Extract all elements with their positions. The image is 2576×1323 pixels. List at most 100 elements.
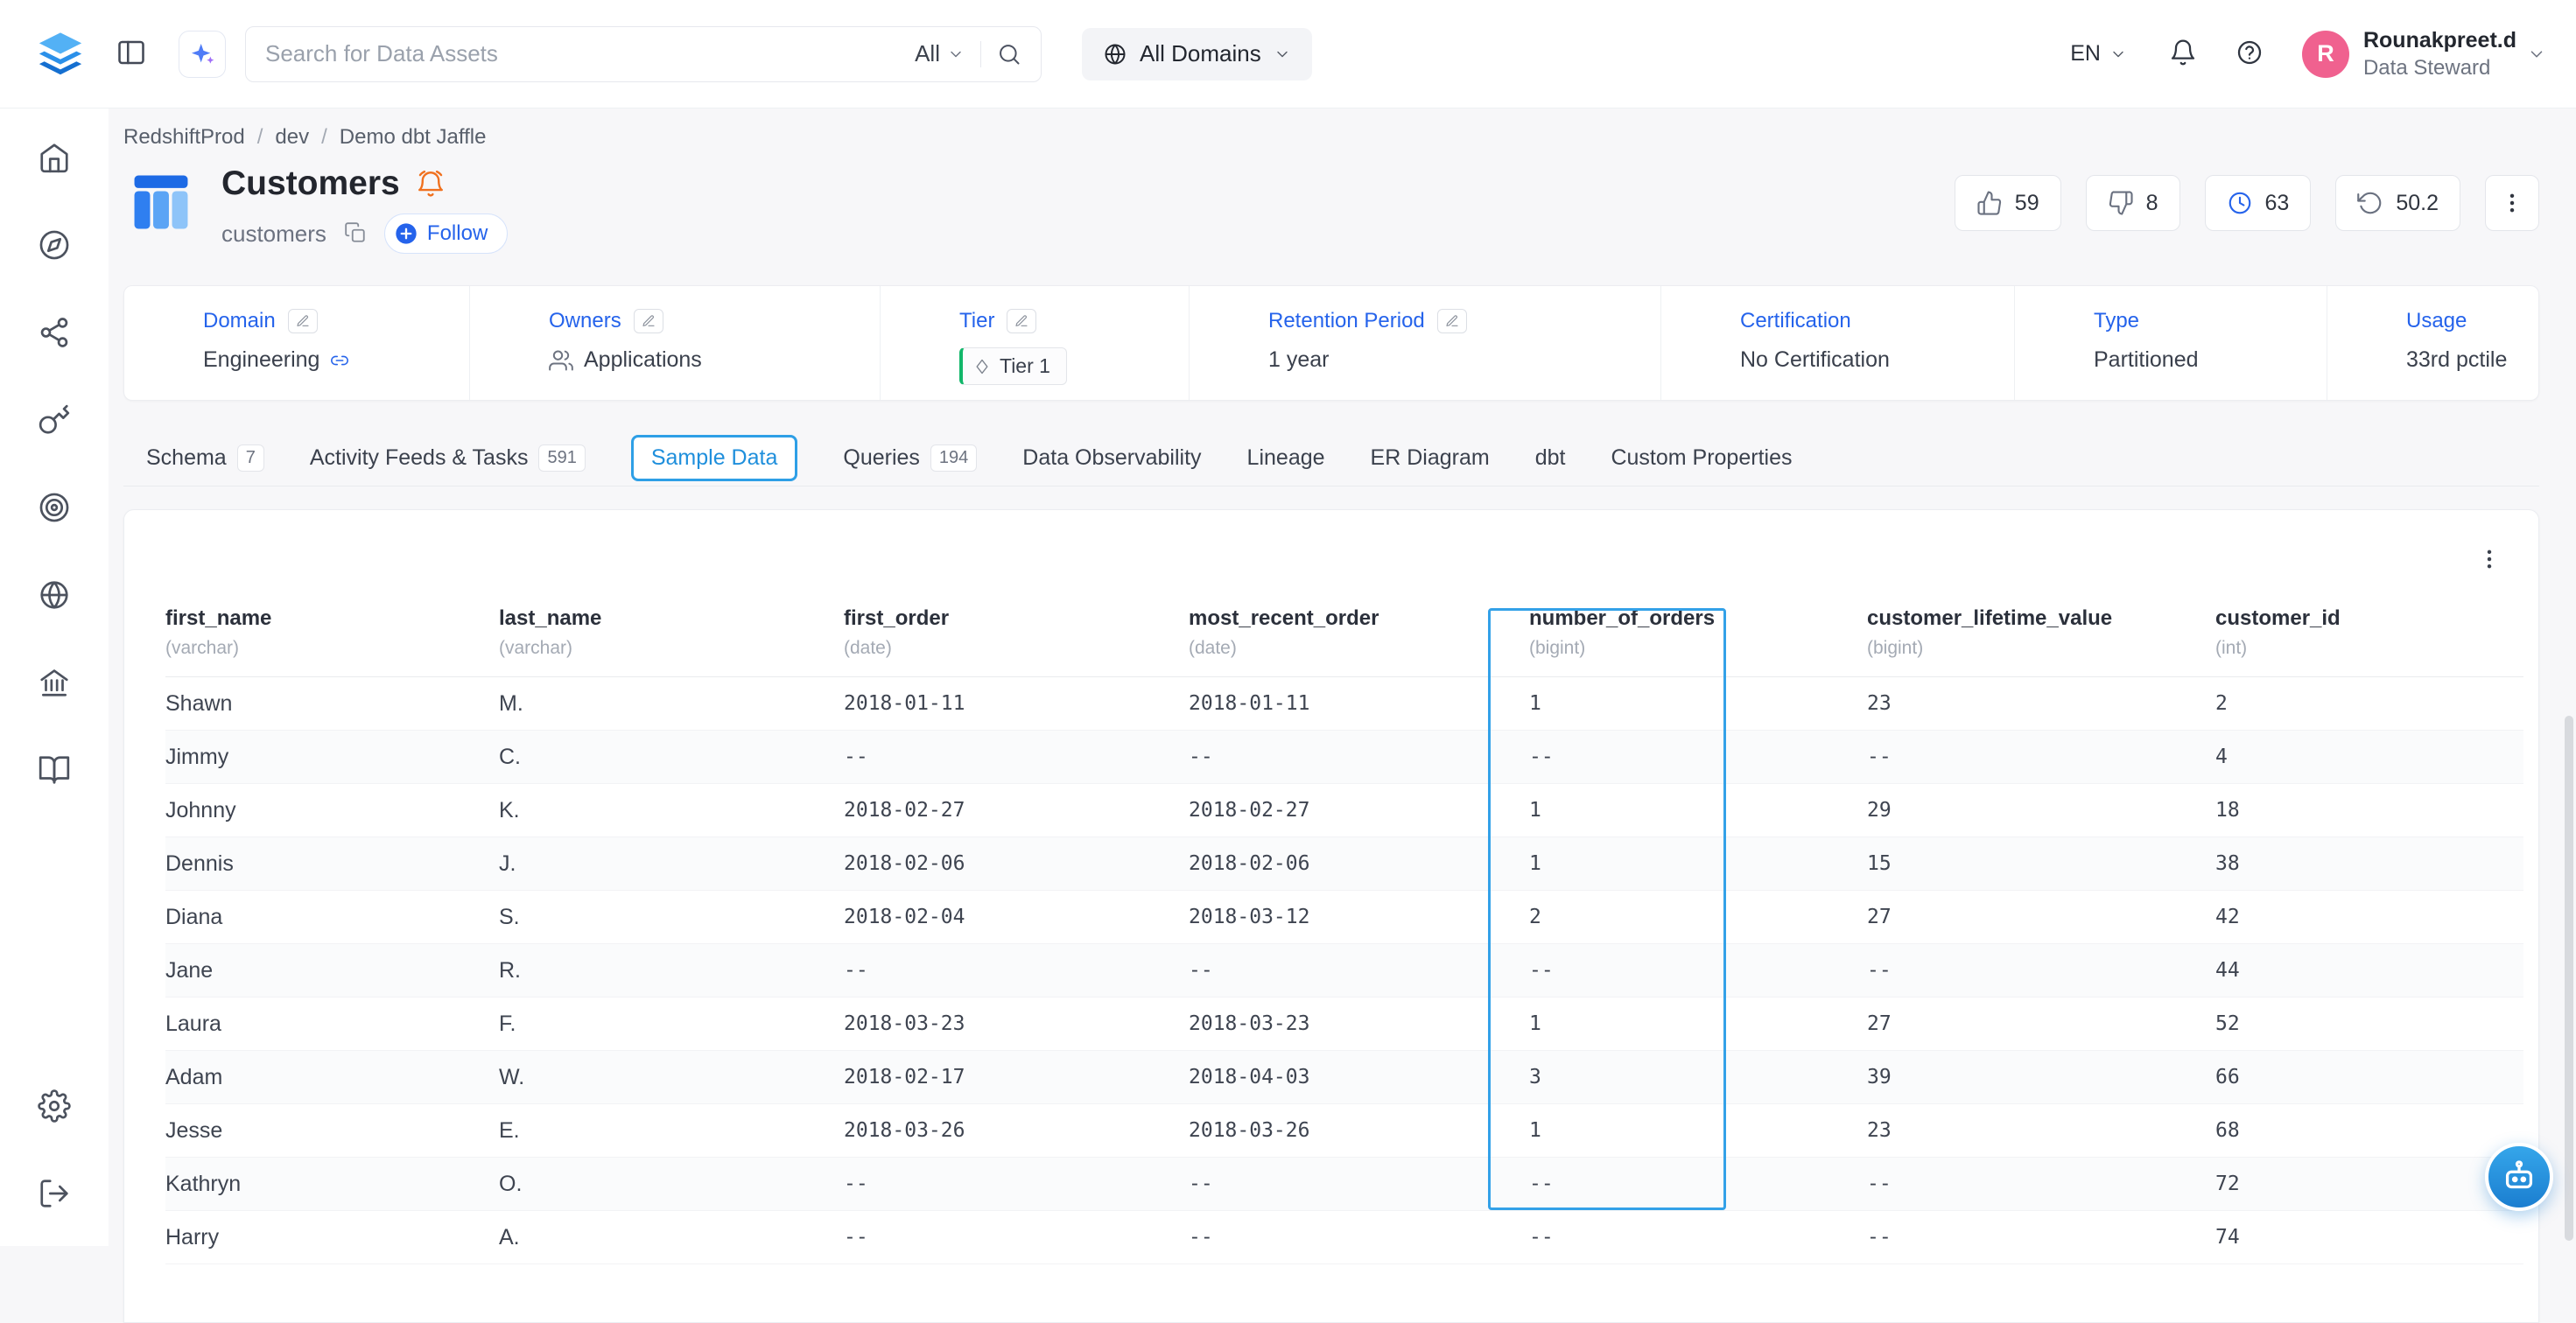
avatar[interactable]: R [2302, 31, 2349, 78]
atlan-logo-icon[interactable] [35, 29, 86, 80]
cell-customer_id: 52 [2215, 998, 2523, 1051]
ai-assistant-button[interactable] [179, 31, 226, 78]
column-header-most_recent_order[interactable]: most_recent_order(date) [1189, 598, 1529, 677]
sidebar-item-logout[interactable] [28, 1167, 81, 1220]
metadata-label[interactable]: Type [2094, 309, 2139, 333]
edit-tier-button[interactable] [1007, 309, 1036, 333]
metadata-label[interactable]: Retention Period [1268, 309, 1425, 333]
chevron-down-icon[interactable] [2527, 45, 2546, 64]
table-row: JimmyC.--------4 [165, 731, 2523, 784]
cell-most_recent_order: -- [1189, 1211, 1529, 1264]
cell-customer_lifetime_value: 23 [1867, 677, 2215, 731]
sidebar-item-home[interactable] [28, 131, 81, 184]
stat-recent-queries[interactable]: 63 [2205, 175, 2312, 231]
thumbs-down-icon [2108, 190, 2134, 216]
sidebar-item-access[interactable] [28, 394, 81, 446]
tab-label: Activity Feeds & Tasks [310, 445, 529, 471]
cell-last_name: J. [499, 837, 844, 891]
sidebar-item-glossary[interactable] [28, 744, 81, 796]
sidebar-item-assets[interactable] [28, 219, 81, 271]
pencil-icon [642, 314, 656, 328]
chat-widget-button[interactable] [2485, 1143, 2553, 1211]
chevron-down-icon [947, 46, 965, 63]
sidebar-item-governance[interactable] [28, 656, 81, 709]
column-header-first_name[interactable]: first_name(varchar) [165, 598, 499, 677]
column-type: (bigint) [1529, 638, 1867, 659]
sidebar-item-settings[interactable] [28, 1080, 81, 1132]
follow-button[interactable]: Follow [384, 214, 508, 254]
column-header-last_name[interactable]: last_name(varchar) [499, 598, 844, 677]
breadcrumb-item[interactable]: dev [275, 125, 309, 150]
tab-custom-properties[interactable]: Custom Properties [1611, 445, 1792, 471]
copy-name-button[interactable] [344, 221, 367, 247]
sidebar-item-reporting[interactable] [28, 569, 81, 621]
column-type: (varchar) [499, 638, 844, 659]
chevron-down-icon [1274, 46, 1291, 63]
compass-icon [38, 228, 71, 262]
tab-sample-data[interactable]: Sample Data [631, 435, 798, 481]
stat-value: 59 [2015, 191, 2039, 216]
cell-customer_lifetime_value: 27 [1867, 891, 2215, 944]
help-button[interactable] [2236, 38, 2264, 69]
tab-schema[interactable]: Schema7 [146, 444, 264, 472]
tab-dbt[interactable]: dbt [1535, 445, 1566, 471]
user-role: Data Steward [2363, 54, 2516, 81]
notifications-button[interactable] [2169, 38, 2197, 69]
column-header-customer_id[interactable]: customer_id(int) [2215, 598, 2523, 677]
stat-value: 63 [2265, 191, 2290, 216]
edit-domain-button[interactable] [288, 309, 318, 333]
column-header-first_order[interactable]: first_order(date) [844, 598, 1189, 677]
sidebar-item-products[interactable] [28, 306, 81, 359]
asset-name: customers [221, 220, 326, 248]
all-domains-button[interactable]: All Domains [1082, 28, 1312, 80]
sidebar-toggle-button[interactable] [116, 37, 147, 71]
metadata-label[interactable]: Usage [2406, 309, 2467, 333]
column-header-customer_lifetime_value[interactable]: customer_lifetime_value(bigint) [1867, 598, 2215, 677]
search-scope-label: All [915, 40, 940, 67]
table-options-button[interactable] [2468, 538, 2510, 580]
alert-bell-icon[interactable] [416, 169, 446, 199]
cell-number_of_orders: -- [1529, 1158, 1867, 1211]
sidebar-item-insights[interactable] [28, 481, 81, 534]
search-icon[interactable] [997, 42, 1021, 66]
stat-upvotes[interactable]: 59 [1955, 175, 2061, 231]
cell-last_name: A. [499, 1211, 844, 1264]
tab-label: Custom Properties [1611, 445, 1792, 471]
stat-downvotes[interactable]: 8 [2086, 175, 2180, 231]
metadata-value: 1 year [1268, 347, 1329, 373]
metadata-label[interactable]: Owners [549, 309, 621, 333]
tab-queries[interactable]: Queries194 [843, 444, 977, 472]
search-scope-dropdown[interactable]: All [915, 40, 965, 67]
vertical-scrollbar[interactable] [2565, 716, 2573, 1241]
breadcrumb-item[interactable]: RedshiftProd [123, 125, 245, 150]
cell-first_name: Diana [165, 891, 499, 944]
pencil-icon [1014, 314, 1028, 328]
metadata-type: Type Partitioned [2014, 286, 2327, 400]
cell-customer_id: 4 [2215, 731, 2523, 784]
cell-first_name: Jesse [165, 1104, 499, 1158]
asset-header: Customers customers Follow 5986350.2 [123, 164, 2539, 254]
language-selector[interactable]: EN [2070, 41, 2127, 66]
edit-retention-period-button[interactable] [1437, 309, 1467, 333]
search-input[interactable] [265, 40, 899, 67]
metadata-label[interactable]: Certification [1740, 309, 1851, 333]
asset-more-button[interactable] [2485, 175, 2539, 231]
column-type: (bigint) [1867, 638, 2215, 659]
breadcrumb-item[interactable]: Demo dbt Jaffle [340, 125, 487, 150]
column-name: most_recent_order [1189, 606, 1529, 631]
tier-badge[interactable]: Tier 1 [959, 347, 1067, 385]
global-search[interactable]: All [245, 26, 1042, 82]
cell-most_recent_order: 2018-02-06 [1189, 837, 1529, 891]
edit-owners-button[interactable] [634, 309, 663, 333]
stat-popularity[interactable]: 50.2 [2335, 175, 2460, 231]
metadata-label[interactable]: Tier [959, 309, 994, 333]
tab-data-observability[interactable]: Data Observability [1022, 445, 1201, 471]
metadata-label[interactable]: Domain [203, 309, 276, 333]
user-menu[interactable]: Rounakpreet.d Data Steward [2363, 26, 2516, 82]
column-header-number_of_orders[interactable]: number_of_orders(bigint) [1529, 598, 1867, 677]
tab-er-diagram[interactable]: ER Diagram [1371, 445, 1490, 471]
language-label: EN [2070, 41, 2101, 66]
sample-table-body: ShawnM.2018-01-112018-01-111232JimmyC.--… [165, 677, 2523, 1264]
tab-lineage[interactable]: Lineage [1247, 445, 1325, 471]
tab-activity-feeds-tasks[interactable]: Activity Feeds & Tasks591 [310, 444, 586, 472]
